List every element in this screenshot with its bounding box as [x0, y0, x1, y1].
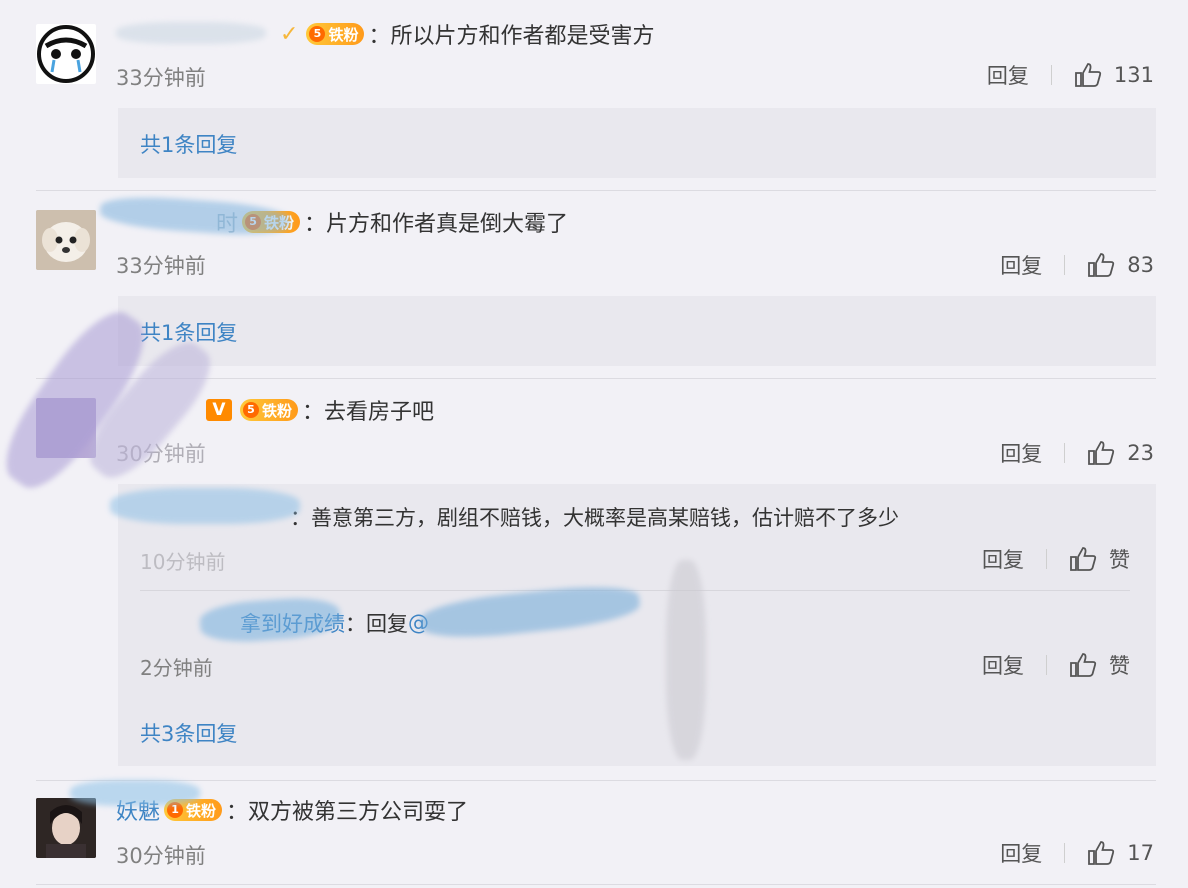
avatar[interactable]: [36, 24, 96, 84]
comment-header: 时 5 铁粉 ：片方和作者真是倒大霉了: [116, 206, 568, 238]
like-count: 131: [1113, 63, 1154, 87]
fan-badge: 5 铁粉: [240, 399, 299, 421]
thumbs-up-icon[interactable]: [1087, 252, 1115, 278]
divider: [36, 884, 1156, 885]
comment-time: 33分钟前: [116, 66, 206, 90]
comment-header: ✓ 5 铁粉 ：所以片方和作者都是受害方: [116, 18, 654, 50]
sub-reply-header: ：善意第三方，剧组不赔钱，大概率是高某赔钱，估计赔不了多少: [140, 502, 899, 532]
sub-reply-actions: 回复 赞: [982, 544, 1130, 574]
comment-text: ：片方和作者真是倒大霉了: [304, 212, 569, 237]
comment-actions: 回复 131: [987, 60, 1154, 90]
like-count: 23: [1127, 441, 1154, 465]
mention-link[interactable]: @: [408, 611, 429, 635]
comment-1: ✓ 5 铁粉 ：所以片方和作者都是受害方 33分钟前 回复 131 共1条回复: [0, 0, 1188, 190]
fan-badge: 1 铁粉: [164, 799, 223, 821]
avatar[interactable]: [36, 798, 96, 858]
sub-reply: 拿到好成绩 ：回复 @ 2分钟前 回复 赞: [140, 590, 1130, 696]
comment-header: 妖魅 1 铁粉 ：双方被第三方公司耍了: [116, 794, 468, 826]
username[interactable]: 妖魅: [116, 794, 160, 826]
comment-4: 妖魅 1 铁粉 ：双方被第三方公司耍了 30分钟前 回复 17: [0, 780, 1188, 888]
username[interactable]: [116, 398, 206, 423]
reply-button[interactable]: 回复: [982, 544, 1024, 574]
reply-button[interactable]: 回复: [1000, 438, 1042, 468]
username[interactable]: 时: [116, 206, 238, 238]
divider: [1064, 255, 1066, 275]
thumbs-up-icon[interactable]: [1069, 546, 1097, 572]
comment-time: 30分钟前: [116, 844, 206, 868]
thumbs-up-icon[interactable]: [1074, 62, 1102, 88]
like-button-label[interactable]: 赞: [1109, 544, 1130, 574]
divider: [1046, 549, 1047, 569]
thumbs-up-icon[interactable]: [1087, 440, 1115, 466]
avatar[interactable]: [36, 210, 96, 270]
reply-summary-box: 共1条回复: [118, 108, 1156, 178]
sub-reply: ：善意第三方，剧组不赔钱，大概率是高某赔钱，估计赔不了多少 10分钟前 回复 赞: [140, 484, 1130, 590]
view-replies-link[interactable]: 共1条回复: [140, 317, 237, 347]
divider: [1046, 655, 1047, 675]
username[interactable]: [116, 22, 276, 47]
profile-photo: [36, 798, 96, 858]
comment-header: V 5 铁粉 ：去看房子吧: [116, 394, 434, 426]
thumbs-up-icon[interactable]: [1087, 840, 1115, 866]
username[interactable]: 拿到好成绩: [140, 608, 345, 638]
divider: [1064, 443, 1066, 463]
sub-reply-text: ：善意第三方，剧组不赔钱，大概率是高某赔钱，估计赔不了多少: [290, 506, 899, 530]
comment-time: 30分钟前: [116, 442, 206, 466]
verified-check-icon: ✓: [280, 21, 299, 47]
comment-3: V 5 铁粉 ：去看房子吧 30分钟前 回复 23 ：善意第三方，剧组不赔钱，大概…: [0, 378, 1188, 780]
like-count: 83: [1127, 253, 1154, 277]
comment-text: ：所以片方和作者都是受害方: [368, 24, 655, 49]
comment-actions: 回复 23: [1000, 438, 1154, 468]
sub-reply-time: 10分钟前: [140, 550, 226, 574]
divider: [1064, 843, 1066, 863]
username[interactable]: [140, 505, 290, 529]
fan-badge: 5 铁粉: [306, 23, 365, 45]
reply-button[interactable]: 回复: [1000, 838, 1042, 868]
thumbs-up-icon[interactable]: [1069, 652, 1097, 678]
crying-face-icon: [37, 25, 95, 83]
comment-actions: 回复 83: [1000, 250, 1154, 280]
comment-actions: 回复 17: [1000, 838, 1154, 868]
divider: [1050, 65, 1052, 85]
vip-badge: V: [206, 399, 232, 421]
like-count: 17: [1127, 841, 1154, 865]
sub-reply-text: ：回复: [345, 612, 408, 636]
view-replies-link[interactable]: 共1条回复: [140, 129, 237, 159]
comment-text: ：去看房子吧: [302, 400, 435, 425]
reply-summary-box: 共1条回复: [118, 296, 1156, 366]
fan-badge: 5 铁粉: [242, 211, 301, 233]
comment-text: ：双方被第三方公司耍了: [226, 800, 469, 825]
puppy-photo: [36, 210, 96, 270]
reply-button[interactable]: 回复: [982, 650, 1024, 680]
comment-2: 时 5 铁粉 ：片方和作者真是倒大霉了 33分钟前 回复 83 共1条回复: [0, 190, 1188, 376]
reply-button[interactable]: 回复: [1000, 250, 1042, 280]
reply-button[interactable]: 回复: [987, 60, 1029, 90]
sub-replies-box: ：善意第三方，剧组不赔钱，大概率是高某赔钱，估计赔不了多少 10分钟前 回复 赞…: [118, 484, 1156, 766]
view-replies-link[interactable]: 共3条回复: [140, 718, 237, 748]
like-button-label[interactable]: 赞: [1109, 650, 1130, 680]
sub-reply-actions: 回复 赞: [982, 650, 1130, 680]
sub-reply-header: 拿到好成绩 ：回复 @: [140, 608, 429, 638]
sub-reply-time: 2分钟前: [140, 656, 213, 680]
avatar[interactable]: [36, 398, 96, 458]
comment-time: 33分钟前: [116, 254, 206, 278]
